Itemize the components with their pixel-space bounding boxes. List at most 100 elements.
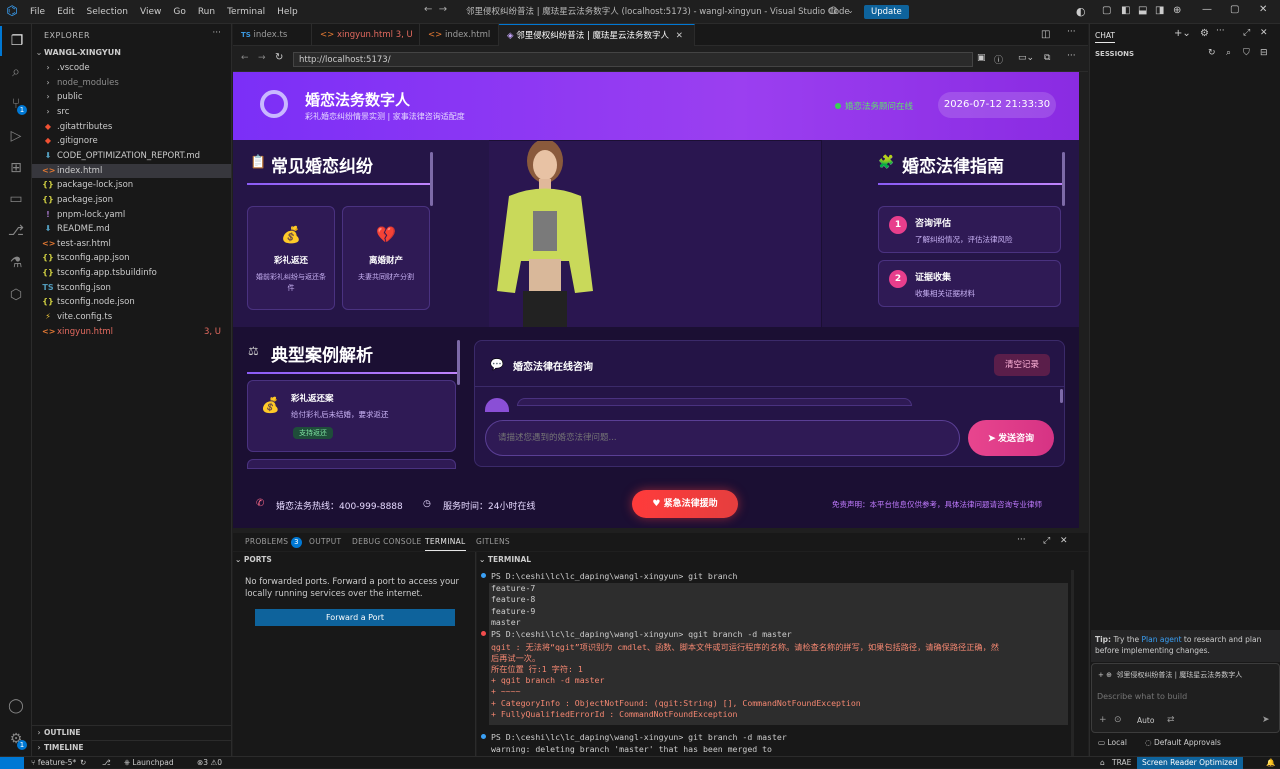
file-item[interactable]: <> index.html	[32, 163, 231, 179]
extensions-icon[interactable]: ⊞	[0, 153, 32, 183]
menu-go[interactable]: Go	[167, 0, 191, 24]
file-item[interactable]: ⬇ CODE_OPTIMIZATION_REPORT.md	[32, 149, 231, 164]
search-sessions-icon[interactable]: ⌕	[1226, 48, 1231, 58]
command-decoration-icon[interactable]	[481, 573, 486, 578]
tab-terminal[interactable]: TERMINAL	[425, 533, 466, 551]
menu-run[interactable]: Run	[192, 0, 221, 24]
filter-icon[interactable]: ⛉	[1243, 48, 1250, 58]
more-actions-icon[interactable]: ···	[212, 28, 221, 38]
browser-external-icon[interactable]: ⧉	[1044, 53, 1050, 63]
tab-index-html[interactable]: <> index.html	[420, 24, 499, 46]
layout-icon[interactable]: ▢	[1102, 5, 1111, 16]
scrollbar[interactable]	[430, 152, 433, 206]
local-agent-picker[interactable]: ▭ Local	[1098, 738, 1127, 747]
menu-terminal[interactable]: Terminal	[221, 0, 271, 24]
scrollbar[interactable]	[457, 340, 460, 385]
launchpad-status[interactable]: ⎈ Launchpad	[124, 757, 174, 769]
browser-preview-icon[interactable]: ▣	[977, 53, 986, 63]
folder-item[interactable]: › src	[32, 105, 231, 120]
tab-index-ts[interactable]: TS index.ts	[233, 24, 312, 46]
trae-status[interactable]: TRAE	[1112, 757, 1131, 769]
file-item[interactable]: ⚡ vite.config.ts	[32, 310, 231, 325]
run-debug-icon[interactable]: ▷	[0, 121, 32, 151]
tab-gitlens[interactable]: GITLENS	[476, 533, 510, 551]
source-control-icon[interactable]: ⑂ 1	[0, 89, 32, 119]
file-item[interactable]: ⬇ README.md	[32, 222, 231, 237]
file-item[interactable]: ! pnpm-lock.yaml	[32, 208, 231, 223]
tab-output[interactable]: OUTPUT	[309, 533, 341, 551]
account-icon[interactable]: ◯	[0, 691, 32, 721]
timeline-section[interactable]: › TIMELINE	[32, 740, 231, 755]
branch-status[interactable]: ⑂ feature-5*	[31, 757, 76, 769]
tools-icon[interactable]: ⊙	[1114, 715, 1122, 725]
screen-reader-status[interactable]: Screen Reader Optimized	[1137, 757, 1243, 769]
approvals-picker[interactable]: ◌ Default Approvals	[1145, 738, 1221, 747]
search-icon[interactable]: ⌕	[0, 57, 32, 87]
browser-info-icon[interactable]: ⓘ	[994, 53, 1003, 66]
browser-back-icon[interactable]: ←	[241, 53, 249, 63]
browser-more-icon[interactable]: ···	[1067, 51, 1076, 61]
panel-more-icon[interactable]: ···	[1017, 535, 1026, 545]
command-decoration-icon[interactable]	[481, 631, 486, 636]
globe-icon[interactable]: ⊕	[1173, 5, 1181, 16]
editor-more-icon[interactable]: ···	[1067, 27, 1076, 37]
containers-icon[interactable]: ⬡	[0, 280, 32, 310]
chat-more-icon[interactable]: ···	[1216, 26, 1225, 36]
toggle-sidebar-icon[interactable]: ◧	[1121, 5, 1130, 16]
folder-item[interactable]: › public	[32, 90, 231, 105]
outline-section[interactable]: › OUTLINE	[32, 725, 231, 740]
settings-gear-icon[interactable]: ⚙ 1	[0, 724, 32, 754]
file-item[interactable]: {} package.json	[32, 193, 231, 208]
forward-port-button[interactable]: Forward a Port	[255, 609, 455, 626]
url-input[interactable]	[293, 52, 973, 67]
maximize-panel-icon[interactable]: ⤢	[1043, 536, 1050, 546]
file-item[interactable]: {} package-lock.json	[32, 178, 231, 193]
menu-edit[interactable]: Edit	[51, 0, 80, 24]
bell-icon[interactable]: 🔔	[1266, 757, 1275, 769]
file-item[interactable]: <> xingyun.html 3, U	[32, 325, 231, 340]
command-decoration-icon[interactable]	[481, 734, 486, 739]
maximize-chat-icon[interactable]: ⤢	[1243, 28, 1250, 38]
new-chat-icon[interactable]: +⌄	[1174, 28, 1191, 39]
file-item[interactable]: TS tsconfig.json	[32, 281, 231, 296]
send-consult-button[interactable]: ➤ 发送咨询	[968, 420, 1054, 456]
chevron-down-icon[interactable]: ⌄	[847, 6, 854, 15]
folder-item[interactable]: › node_modules	[32, 76, 231, 91]
testing-icon[interactable]: ⚗	[0, 248, 32, 278]
scrollbar[interactable]	[1062, 152, 1065, 206]
close-chat-icon[interactable]: ✕	[1260, 28, 1268, 38]
menu-help[interactable]: Help	[271, 0, 304, 24]
tab-xingyun-html[interactable]: <> xingyun.html 3, U	[312, 24, 420, 46]
nav-back-forward[interactable]: ← →	[424, 4, 447, 15]
chat-header[interactable]: CHAT	[1095, 31, 1116, 43]
consult-input[interactable]	[485, 420, 960, 456]
tab-problems[interactable]: PROBLEMS 3	[245, 533, 303, 551]
copilot-icon[interactable]: ◍	[829, 5, 838, 16]
minimize-icon[interactable]: —	[1202, 4, 1212, 15]
sync-icon[interactable]: ↻	[80, 757, 86, 769]
context-chip[interactable]: + ⊕ 邻里侵权纠纷普法 | 魔珐星云法务数字人	[1098, 670, 1242, 680]
back-arrow-icon[interactable]: ←	[424, 4, 432, 15]
terminal-scrollbar[interactable]	[1071, 570, 1074, 756]
urgent-aid-button[interactable]: ♥ 紧急法律援助	[632, 490, 738, 518]
model-mode-picker[interactable]: Auto	[1137, 716, 1154, 725]
close-window-icon[interactable]: ✕	[1259, 4, 1267, 15]
file-item[interactable]: {} tsconfig.app.tsbuildinfo	[32, 266, 231, 281]
file-item[interactable]: ◆ .gitattributes	[32, 120, 231, 135]
add-context-icon[interactable]: +	[1099, 715, 1107, 725]
maximize-icon[interactable]: ▢	[1230, 4, 1239, 15]
account-theme-icon[interactable]: ◐	[1076, 5, 1086, 18]
step-card-2[interactable]: 2 证据收集 收集相关证据材料	[878, 260, 1061, 307]
explorer-icon[interactable]: ❐	[0, 26, 32, 56]
file-item[interactable]: <> test-asr.html	[32, 237, 231, 252]
browser-reload-icon[interactable]: ↻	[275, 52, 283, 63]
menu-selection[interactable]: Selection	[81, 0, 134, 24]
chat-scrollbar[interactable]	[1060, 389, 1063, 403]
problems-status[interactable]: ⊗3 ⚠0	[197, 757, 222, 769]
workspace-root[interactable]: ⌄ WANGL-XINGYUN	[32, 46, 231, 61]
toggle-secondary-sidebar-icon[interactable]: ◨	[1155, 5, 1164, 16]
case-card[interactable]: 💰 彩礼返还案 给付彩礼后未结婚，要求返还 支持返还	[247, 380, 456, 452]
split-editor-icon[interactable]: ◫	[1041, 29, 1050, 40]
close-tab-icon[interactable]: ✕	[676, 31, 683, 41]
chat-prompt-input[interactable]	[1097, 689, 1275, 703]
